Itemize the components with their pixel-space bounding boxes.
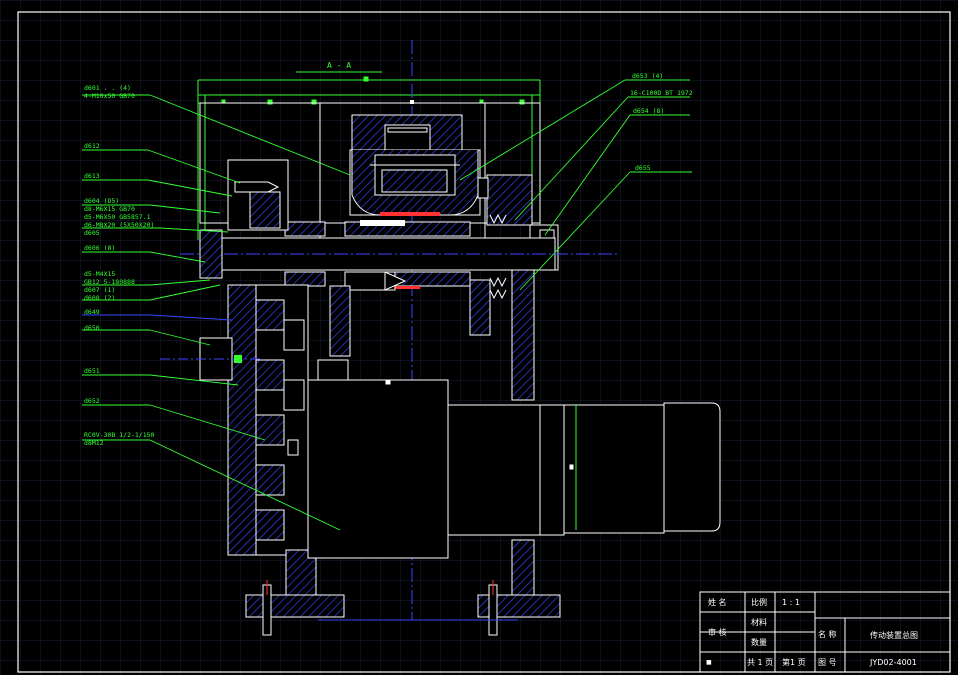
tb-quantity-label: 数量 (751, 637, 767, 647)
tb-title-label: 名 称 (818, 629, 837, 639)
tb-drawing-no-label: 图 号 (818, 658, 837, 667)
tb-title-value: 传动装置总图 (870, 630, 918, 640)
callout-left-9: d606 (8) (84, 244, 115, 252)
callout-left-1: 4-M10x50 GB70 (84, 92, 135, 100)
tb-scale-value: 1 : 1 (782, 598, 800, 607)
callout-left-6: d5-M6X50 GB5857.1 (84, 213, 151, 221)
callout-left-2: d612 (84, 142, 100, 150)
callout-left-3: d613 (84, 172, 100, 180)
tb-review-label: 审 核 (708, 627, 727, 637)
section-title: A - A (327, 61, 351, 70)
callout-right-2: d654 (8) (633, 107, 664, 115)
callout-left-8: d605 (84, 229, 100, 237)
callout-left-19: d8M12 (84, 439, 104, 447)
tb-drawing-no-value: JYD02-4001 (869, 658, 917, 667)
tb-name-label: 姓 名 (708, 597, 727, 607)
callout-left-17: d652 (84, 397, 100, 405)
cad-drawing-canvas: d601 . . (4) 4-M10x50 GB70 d612 d613 d60… (0, 0, 958, 675)
callout-left-5: d8-M6X15 GB70 (84, 205, 135, 213)
callout-left-13: d608 (2) (84, 294, 115, 302)
tb-scale-label: 比例 (751, 597, 767, 607)
tb-material-label: 材料 (751, 617, 767, 627)
callout-right-3: d655 (635, 164, 651, 172)
callout-right-0: d653 (4) (632, 72, 663, 80)
callout-left-10: d5-M4X15 (84, 270, 115, 278)
callout-left-0: d601 . . (4) (84, 84, 131, 92)
callout-left-11: GB12 5-180888 (84, 278, 135, 286)
callout-left-7: d6-M8X20 (5X50X20) (84, 221, 154, 229)
tb-sheet-current: 第1 页 (782, 657, 806, 667)
callout-right-1: 16-C100D BT 1972 (630, 89, 693, 97)
grid-background (0, 0, 958, 675)
tb-sheets-total: 共 1 页 (747, 658, 773, 667)
tb-corner-mark: ■ (706, 659, 712, 666)
callout-left-15: d650 (84, 324, 100, 332)
callout-left-14: d649 (84, 308, 100, 316)
callout-left-16: d651 (84, 367, 100, 375)
worm-gear-hub (351, 114, 479, 216)
callout-left-12: d607 (1) (84, 286, 115, 294)
callout-left-18: RC0V-30B 1/2-1/150 (84, 431, 155, 439)
callout-left-4: d604 (D5) (84, 197, 119, 205)
